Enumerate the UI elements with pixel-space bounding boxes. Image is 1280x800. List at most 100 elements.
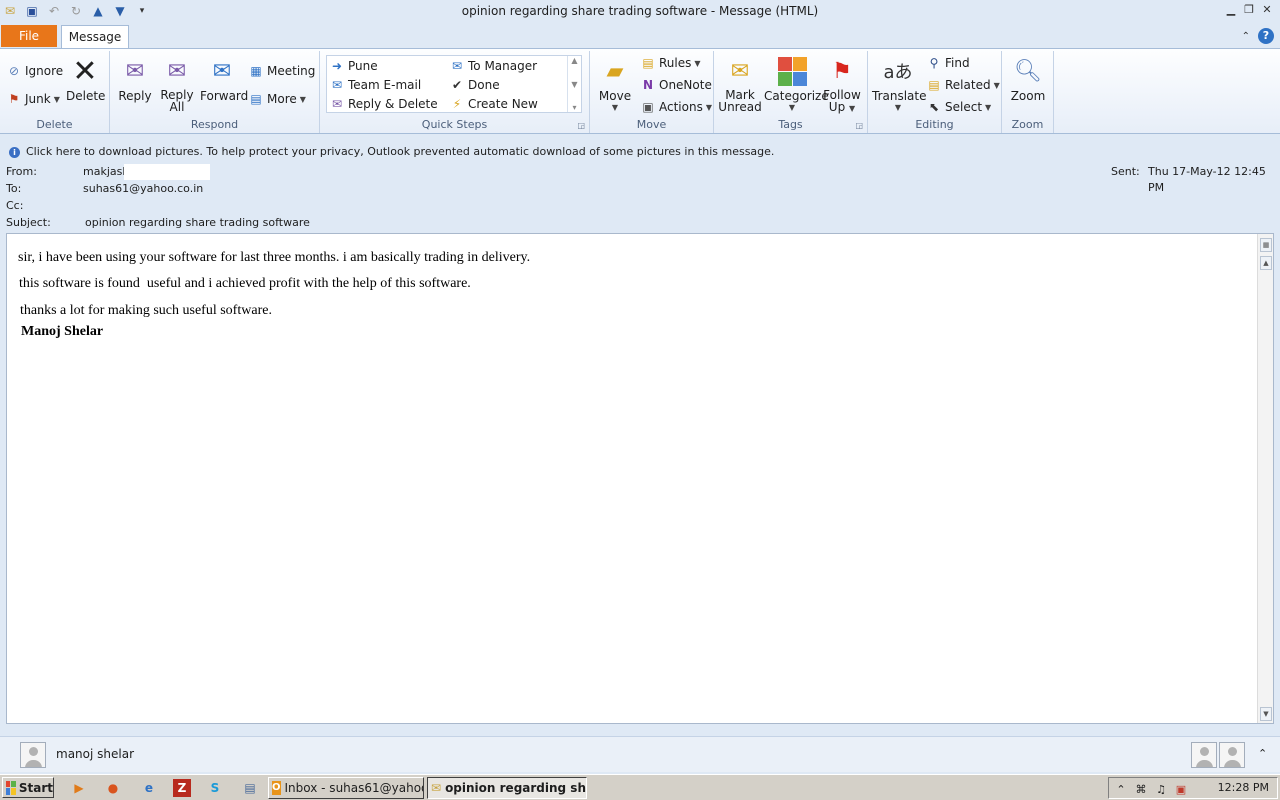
dropdown-arrow-icon: ▼: [788, 103, 796, 112]
zoom-button[interactable]: 🔍︎ Zoom: [1008, 53, 1048, 104]
rules-button[interactable]: ▤ Rules ▼: [640, 53, 701, 73]
translate-button[interactable]: aあ Translate ▼: [872, 53, 927, 112]
move-folder-icon: ▰: [606, 58, 624, 84]
help-icon[interactable]: ?: [1258, 28, 1274, 44]
checkmark-icon: ✔: [451, 78, 463, 92]
follow-up-button[interactable]: ⚑ Follow Up ▼: [822, 53, 862, 115]
ignore-button[interactable]: ⊘ Ignore: [6, 61, 63, 81]
quickstep-label: Team E-mail: [348, 78, 422, 92]
quickstep-done[interactable]: ✔ Done: [449, 75, 500, 95]
group-move: ▰ Move ▼ ▤ Rules ▼ N OneNote ▣ Actions ▼…: [590, 51, 714, 133]
dialog-launcher-icon[interactable]: ◲: [855, 121, 863, 130]
scroll-down-icon[interactable]: ▼: [571, 80, 577, 89]
view-toggle-icon[interactable]: ▦: [1260, 238, 1272, 252]
quick-steps-gallery: ➜ Pune ✉ To Manager ✉ Team E-mail ✔ Done…: [326, 55, 582, 113]
group-quick-steps: ➜ Pune ✉ To Manager ✉ Team E-mail ✔ Done…: [320, 51, 590, 133]
start-label: Start: [18, 780, 53, 795]
minimize-icon[interactable]: ▁: [1224, 2, 1238, 16]
lightning-icon: ⚡: [452, 97, 462, 111]
onenote-button[interactable]: N OneNote: [640, 75, 712, 95]
forward-button[interactable]: ✉ Forward: [200, 53, 249, 104]
group-label-editing: Editing: [915, 118, 954, 131]
people-pane-name[interactable]: manoj shelar: [56, 747, 134, 761]
cursor-icon: ⬉: [928, 100, 940, 114]
subject-label: Subject:: [6, 216, 51, 229]
meeting-button[interactable]: ▦ Meeting: [248, 61, 315, 81]
forward-label: Forward: [200, 89, 249, 103]
message-body[interactable]: sir, i have been using your software for…: [6, 233, 1274, 724]
tab-message[interactable]: Message: [61, 25, 129, 48]
junk-label: Junk: [25, 92, 51, 106]
quick-steps-scrollbar[interactable]: ▲ ▼ ▾: [567, 56, 581, 112]
find-button[interactable]: ⚲ Find: [926, 53, 970, 73]
avatar[interactable]: [1219, 742, 1245, 768]
select-button[interactable]: ⬉ Select ▼: [926, 97, 991, 117]
delete-button[interactable]: ✕ Delete: [66, 53, 105, 104]
mark-unread-button[interactable]: ✉ Mark Unread: [718, 53, 762, 114]
magnifier-icon: 🔍︎: [1014, 58, 1042, 84]
reply-label: Reply: [118, 89, 152, 103]
move-button[interactable]: ▰ Move ▼: [596, 53, 634, 113]
restore-icon[interactable]: ❐: [1242, 2, 1256, 16]
dropdown-arrow-icon: ▼: [694, 58, 701, 68]
filezilla-icon[interactable]: Z: [173, 779, 191, 797]
quickstep-reply-delete[interactable]: ✉ Reply & Delete: [329, 94, 438, 114]
infobar-text: Click here to download pictures. To help…: [26, 145, 775, 158]
dropdown-arrow-icon: ▼: [985, 102, 992, 112]
start-button[interactable]: Start: [2, 777, 54, 798]
usb-icon[interactable]: ⌘: [1133, 781, 1149, 797]
quickstep-team-email[interactable]: ✉ Team E-mail: [329, 75, 421, 95]
quickstep-create-new[interactable]: ⚡ Create New: [449, 94, 538, 114]
firefox-icon[interactable]: ●: [104, 779, 122, 797]
to-value[interactable]: suhas61@yahoo.co.in: [83, 181, 203, 197]
reply-button[interactable]: ✉ Reply: [116, 53, 154, 104]
meeting-label: Meeting: [267, 64, 316, 78]
group-label-respond: Respond: [190, 118, 239, 131]
more-button[interactable]: ▤ More ▼: [248, 89, 306, 109]
scroll-up-icon[interactable]: ▲: [1260, 256, 1272, 270]
taskbar-message-button[interactable]: ✉ opinion regarding sha...: [427, 777, 587, 799]
expand-people-pane-icon[interactable]: ⌃: [1258, 747, 1267, 760]
expand-gallery-icon[interactable]: ▾: [572, 103, 576, 112]
avatar[interactable]: [20, 742, 46, 768]
actions-button[interactable]: ▣ Actions ▼: [640, 97, 712, 117]
forward-icon: ✉: [212, 58, 232, 84]
dialog-launcher-icon[interactable]: ◲: [577, 121, 585, 130]
from-label: From:: [6, 165, 37, 178]
from-value[interactable]: makjash: [83, 164, 129, 180]
categorize-button[interactable]: Categorize ▼: [764, 53, 829, 112]
quickstep-label: To Manager: [468, 59, 538, 73]
internet-explorer-icon[interactable]: e: [140, 779, 158, 797]
body-scrollbar[interactable]: ▦ ▲ ▼: [1257, 234, 1273, 723]
quickstep-pune[interactable]: ➜ Pune: [329, 56, 378, 76]
group-tags: ✉ Mark Unread Categorize ▼ ⚑ Follow Up ▼…: [714, 51, 868, 133]
close-icon[interactable]: ✕: [1260, 2, 1274, 16]
skype-icon[interactable]: S: [206, 779, 224, 797]
taskbar-inbox-button[interactable]: O Inbox - suhas61@yahoo....: [268, 777, 424, 799]
quickstep-to-manager[interactable]: ✉ To Manager: [449, 56, 537, 76]
quickstep-label: Reply & Delete: [348, 97, 438, 111]
actions-icon: ▣: [642, 100, 654, 114]
junk-button[interactable]: ⚑ Junk ▼: [6, 89, 60, 109]
dropdown-arrow-icon: ▼: [705, 102, 712, 112]
scroll-down-icon[interactable]: ▼: [1260, 707, 1272, 721]
scroll-up-icon[interactable]: ▲: [571, 56, 577, 65]
mark-unread-label-2: Unread: [718, 100, 762, 114]
avatar[interactable]: [1191, 742, 1217, 768]
network-icon[interactable]: ▣: [1173, 781, 1189, 797]
outlook-icon: O: [272, 781, 281, 795]
volume-icon[interactable]: ♫: [1153, 781, 1169, 797]
reply-all-button[interactable]: ✉ Reply All: [158, 53, 196, 114]
rules-label: Rules: [659, 56, 692, 70]
clock: 12:28 PM: [1217, 781, 1269, 794]
notepad-icon[interactable]: ▤: [241, 779, 259, 797]
minimize-ribbon-icon[interactable]: ⌃: [1242, 31, 1250, 42]
tray-expand-icon[interactable]: ⌃: [1113, 781, 1129, 797]
translate-label: Translate: [872, 89, 927, 103]
related-button[interactable]: ▤ Related ▼: [926, 75, 999, 95]
follow-up-label-2: Up: [828, 100, 846, 114]
media-player-icon[interactable]: ▶: [70, 779, 88, 797]
tab-file[interactable]: File: [1, 25, 57, 47]
privacy-infobar[interactable]: i Click here to download pictures. To he…: [0, 143, 1280, 161]
forward-mail-icon: ✉: [451, 59, 463, 73]
